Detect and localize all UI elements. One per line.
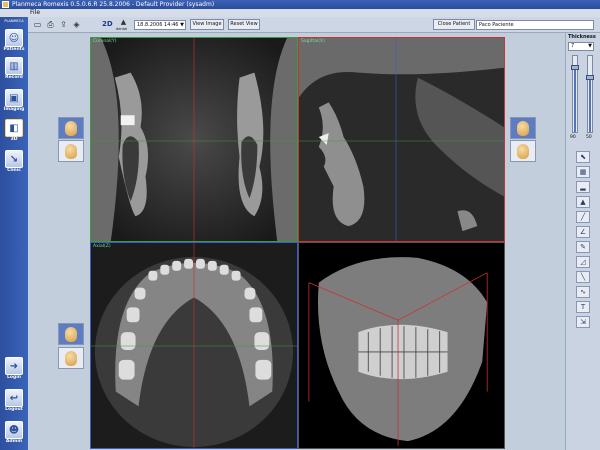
volume-3d-view[interactable]	[298, 242, 505, 449]
head-top-icon	[65, 326, 77, 342]
thickness-select[interactable]: 7 ▼	[568, 42, 594, 51]
measure-tool-icon[interactable]: ╱	[576, 211, 590, 223]
left-slider-knob[interactable]	[571, 64, 579, 70]
right-slider[interactable]	[586, 55, 594, 133]
coronal-image	[91, 38, 297, 241]
chevron-down-icon: ▼	[588, 43, 592, 49]
patients-icon: ☺	[5, 29, 23, 47]
sagittal-head-left-button[interactable]	[510, 140, 536, 162]
head-bottom-icon	[65, 350, 77, 366]
date-select[interactable]: 18.8.2006 14:46 ▼	[134, 20, 186, 30]
head-right-icon	[517, 120, 529, 136]
window-titlebar: Planmeca Romexis 0.5.0.6.R 25.8.2006 - D…	[0, 0, 600, 9]
right-slider-knob[interactable]	[586, 75, 594, 81]
3d-icon: ◧	[5, 119, 23, 137]
axial-head-top-button[interactable]	[58, 323, 84, 345]
angle-tool-icon[interactable]: ∠	[576, 226, 590, 238]
mode-2d-button[interactable]: 2D	[102, 20, 113, 28]
axial-image	[91, 243, 297, 448]
sagittal-view-label: Sagittal(X)	[301, 39, 325, 44]
reset-view-button[interactable]: Reset View	[228, 19, 260, 30]
level-tool-icon[interactable]: ▂	[576, 181, 590, 193]
nav-patients[interactable]: ☺ Patients	[2, 29, 26, 52]
coronal-view-label: Coronal(Y)	[93, 39, 117, 44]
grid-tool-icon[interactable]: ▦	[576, 166, 590, 178]
thickness-label: Thickness	[568, 34, 596, 40]
logout-icon: ↩	[5, 389, 23, 407]
text-tool-icon[interactable]: T	[576, 301, 590, 313]
volume-render-image	[299, 243, 504, 448]
axial-view-label: Axial(Z)	[93, 244, 111, 249]
nav-login[interactable]: ➜ Login	[2, 357, 26, 380]
clinic-icon: ↘	[5, 150, 23, 168]
right-slider-fill	[589, 77, 591, 132]
left-slider[interactable]	[571, 55, 579, 133]
close-patient-button[interactable]: Close Patient	[433, 19, 475, 30]
patient-field: Paco Paciente	[476, 20, 594, 30]
login-icon: ➜	[5, 357, 23, 375]
layers-icon[interactable]: ◈	[71, 19, 82, 30]
left-navigation: PLANMECA ☺ Patients ▥ Record ▣ Imaging ◧ 3D …	[0, 17, 28, 450]
coronal-head-front-button[interactable]	[58, 117, 84, 139]
chevron-down-icon: ▼	[180, 22, 184, 28]
pointer-tool-icon[interactable]: ⬉	[576, 151, 590, 163]
nerve-tool-icon[interactable]: ∿	[576, 286, 590, 298]
nav-clinic[interactable]: ↘ Clinic	[2, 150, 26, 173]
coronal-view[interactable]: Coronal(Y)	[90, 37, 298, 242]
draw-tool-icon[interactable]: ✎	[576, 241, 590, 253]
print-icon[interactable]: ⎙	[45, 19, 56, 30]
mode-3d-label: dental	[116, 27, 128, 31]
brand-logo: PLANMECA	[4, 19, 24, 23]
window-title: Planmeca Romexis 0.5.0.6.R 25.8.2006 - D…	[12, 1, 215, 8]
export-icon[interactable]: ⇪	[58, 19, 69, 30]
toolbar: ▭ ⎙ ⇪ ◈ 2D ▲ dental 18.8.2006 14:46 ▼ Vie…	[28, 17, 600, 33]
area-tool-icon[interactable]: ◿	[576, 256, 590, 268]
nav-logout[interactable]: ↩ Logout	[2, 389, 26, 412]
right-slider-value: 50	[586, 135, 592, 140]
sagittal-image	[299, 38, 504, 241]
right-tool-panel: Thickness 7 ▼ 90 50 ⬉ ▦ ▂ ▲ ╱ ∠ ✎ ◿ ╲ ∿ T…	[565, 33, 600, 450]
sagittal-head-right-button[interactable]	[510, 117, 536, 139]
head-front-icon	[65, 120, 77, 136]
record-icon: ▥	[5, 57, 23, 75]
open-folder-icon[interactable]: ▭	[32, 19, 43, 30]
left-slider-fill	[574, 66, 576, 132]
imaging-icon: ▣	[5, 89, 23, 107]
nav-imaging[interactable]: ▣ Imaging	[2, 89, 26, 112]
nav-admin[interactable]: ☻ Admin	[2, 421, 26, 444]
line-tool-icon[interactable]: ╲	[576, 271, 590, 283]
histogram-tool-icon[interactable]: ▲	[576, 196, 590, 208]
head-left-icon	[517, 143, 529, 159]
axial-view[interactable]: Axial(Z)	[90, 242, 298, 449]
menu-file[interactable]: File	[30, 9, 40, 16]
viewport-grid: Coronal(Y) Sagittal(X) Axial(Z)	[90, 37, 505, 449]
left-slider-value: 90	[570, 135, 576, 140]
nav-record[interactable]: ▥ Record	[2, 57, 26, 80]
app-icon	[2, 1, 9, 8]
menubar: File	[0, 9, 600, 17]
coronal-head-back-button[interactable]	[58, 140, 84, 162]
nav-3d[interactable]: ◧ 3D	[2, 119, 26, 142]
admin-icon: ☻	[5, 421, 23, 439]
axial-head-bottom-button[interactable]	[58, 347, 84, 369]
sagittal-view[interactable]: Sagittal(X)	[298, 37, 505, 242]
head-back-icon	[65, 143, 77, 159]
export-tool-icon[interactable]: ⇲	[576, 316, 590, 328]
view-image-button[interactable]: View Image	[190, 19, 224, 30]
